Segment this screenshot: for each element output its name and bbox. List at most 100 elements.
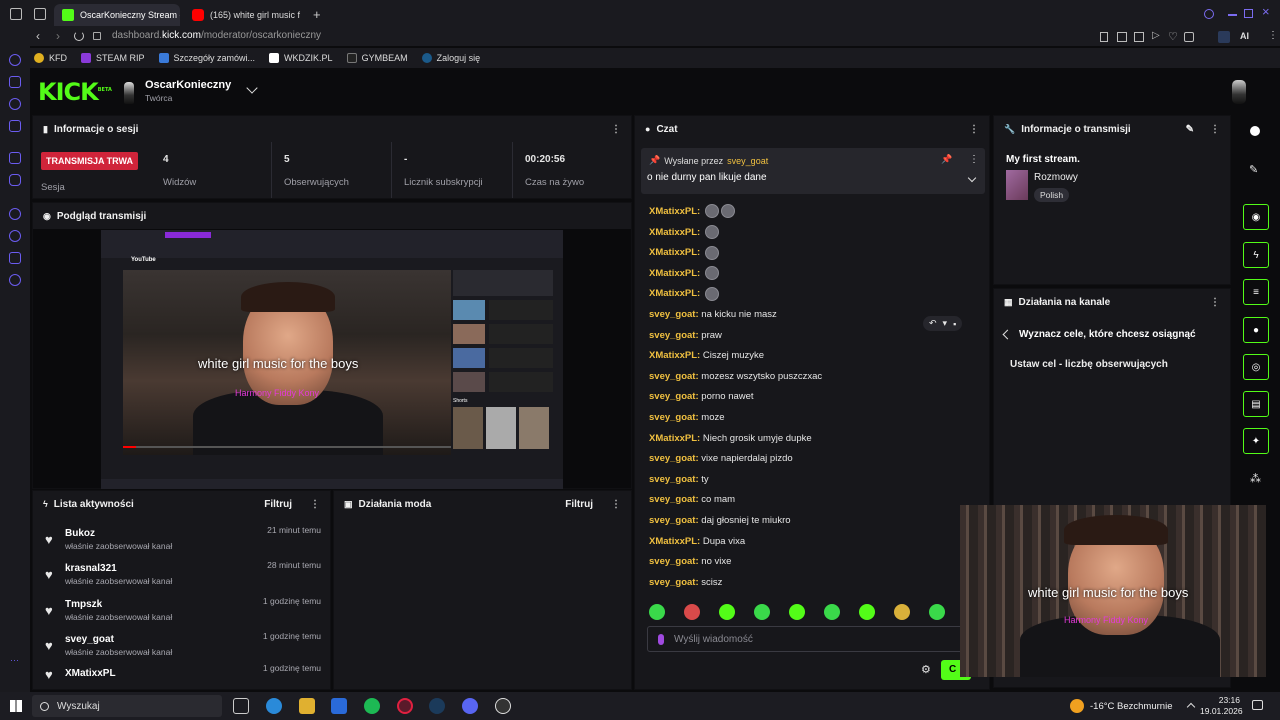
chat-username[interactable]: XMatixxPL:	[649, 227, 700, 238]
url-field[interactable]: dashboard. kick.com/moderator/oscarkoniec…	[112, 30, 321, 41]
reload-icon[interactable]	[74, 31, 84, 41]
ai-button[interactable]: AI	[1240, 31, 1249, 41]
set-follower-goal[interactable]: Ustaw cel - liczbę obserwujących	[1010, 359, 1168, 370]
activity-user[interactable]: krasnal321	[65, 563, 172, 574]
back-icon[interactable]: ‹	[36, 29, 40, 43]
chat-username[interactable]: svey_goat:	[649, 309, 699, 320]
bookmark-zaloguj[interactable]: Zaloguj się	[421, 53, 480, 63]
file-explorer-icon[interactable]	[299, 698, 315, 714]
kick-logo[interactable]: KICKBETA	[38, 78, 112, 106]
emote-icon[interactable]	[929, 604, 945, 620]
user-avatar[interactable]	[1232, 80, 1246, 104]
new-tab-icon[interactable]: +	[313, 7, 321, 22]
more-options-icon[interactable]: ⋮	[969, 124, 979, 135]
chat-username[interactable]: XMatixxPL:	[649, 288, 700, 299]
more-options-icon[interactable]: ⋮	[969, 154, 979, 165]
layout-button[interactable]: ▤	[1243, 391, 1269, 417]
chat-username[interactable]: svey_goat:	[649, 494, 699, 505]
edge-icon[interactable]	[266, 698, 282, 714]
bookmark-kfd[interactable]: KFD	[34, 53, 67, 63]
spotify-icon[interactable]	[364, 698, 380, 714]
emote-icon[interactable]	[859, 604, 875, 620]
download-icon[interactable]	[1134, 32, 1144, 42]
chat-input[interactable]: Wyślij wiadomość	[647, 626, 967, 652]
opera-gx-icon[interactable]	[397, 698, 413, 714]
category-name[interactable]: Rozmowy	[1034, 172, 1078, 183]
chat-username[interactable]: svey_goat:	[649, 453, 699, 464]
notifications-icon[interactable]	[1252, 700, 1263, 710]
messenger-icon[interactable]	[9, 54, 21, 66]
broadcast-button[interactable]: ◎	[1243, 354, 1269, 380]
extensions-icon[interactable]	[9, 252, 21, 264]
channel-switcher[interactable]: OscarKonieczny Twórca	[145, 79, 231, 103]
play-icon[interactable]: ▷	[1152, 30, 1160, 41]
forward-icon[interactable]: ›	[56, 29, 60, 43]
more-options-icon[interactable]: ⋮	[611, 499, 621, 510]
reply-icon[interactable]: ↶	[929, 318, 937, 329]
chat-username[interactable]: XMatixxPL:	[649, 433, 700, 444]
chevron-down-icon[interactable]	[967, 173, 977, 183]
chat-username[interactable]: XMatixxPL:	[649, 536, 700, 547]
bookmark-steam-rip[interactable]: STEAM RIP	[81, 53, 145, 63]
bookmark-gymbeam[interactable]: GYMBEAM	[346, 53, 408, 63]
chat-username[interactable]: XMatixxPL:	[649, 350, 700, 361]
emote-icon[interactable]	[684, 604, 700, 620]
emote-icon[interactable]	[789, 604, 805, 620]
filter-button[interactable]: Filtruj	[264, 499, 292, 510]
mail-app-icon[interactable]	[331, 698, 347, 714]
minimize-icon[interactable]	[1228, 14, 1237, 16]
wrench-button[interactable]: ✦	[1243, 428, 1269, 454]
close-icon[interactable]: ×	[1262, 4, 1270, 19]
activity-user[interactable]: Bukoz	[65, 528, 172, 539]
browser-menu-dots-icon[interactable]: ⋮	[1268, 30, 1278, 41]
chat-username[interactable]: svey_goat:	[649, 515, 699, 526]
screenshot-icon[interactable]	[1117, 32, 1127, 42]
filter-button[interactable]: Filtruj	[565, 499, 593, 510]
edit-icon[interactable]: ✎	[1186, 124, 1194, 135]
settings-icon[interactable]	[9, 274, 21, 286]
bookmark-zamowienia[interactable]: Szczegóły zamówi...	[158, 53, 255, 63]
activity-user[interactable]: Tmpszk	[65, 599, 172, 610]
maximize-icon[interactable]	[1244, 9, 1253, 18]
bookmark-wkdzik[interactable]: WKDZIK.PL	[269, 53, 333, 63]
emote-icon[interactable]	[894, 604, 910, 620]
microphone-icon[interactable]	[658, 633, 664, 645]
chat-username[interactable]: svey_goat:	[649, 577, 699, 588]
goal-back[interactable]: Wyznacz cele, które chcesz osiągnąć	[1002, 329, 1196, 340]
chat-username[interactable]: XMatixxPL:	[649, 206, 700, 217]
task-view-icon[interactable]	[233, 698, 249, 714]
pin-message-icon[interactable]: ▾	[943, 318, 948, 329]
edit-icon[interactable]: ✎	[1249, 163, 1258, 176]
browser-tab-kick[interactable]: OscarKonieczny Stream -	[54, 4, 180, 26]
mail-icon[interactable]	[9, 120, 21, 132]
info-icon[interactable]	[1250, 126, 1260, 136]
more-options-icon[interactable]: ⋮	[611, 124, 621, 135]
more-options-icon[interactable]: ⋮	[1210, 297, 1220, 308]
player-icon[interactable]	[9, 208, 21, 220]
steam-icon[interactable]	[429, 698, 445, 714]
emote-icon[interactable]	[754, 604, 770, 620]
weather-text[interactable]: -16°C Bezchmurnie	[1090, 701, 1172, 712]
browser-menu-icon[interactable]	[10, 8, 22, 20]
instagram-icon[interactable]	[9, 76, 21, 88]
clock[interactable]: 23:16 19.01.2026	[1200, 695, 1243, 717]
chevron-down-icon[interactable]	[246, 82, 258, 94]
heart-icon[interactable]: ♡	[1168, 30, 1178, 43]
chat-username[interactable]: svey_goat:	[649, 412, 699, 423]
emote-icon[interactable]	[824, 604, 840, 620]
tab-overview-icon[interactable]	[34, 8, 46, 20]
camera-button[interactable]: ◉	[1243, 204, 1269, 230]
obs-icon[interactable]	[495, 698, 511, 714]
discord-icon[interactable]	[462, 698, 478, 714]
chat-username[interactable]: svey_goat:	[649, 556, 699, 567]
chat-username[interactable]: svey_goat:	[649, 330, 699, 341]
activity-user[interactable]: svey_goat	[65, 634, 172, 645]
progress-bar[interactable]	[123, 446, 451, 448]
browser-tab-youtube[interactable]: (165) white girl music f	[184, 4, 310, 26]
preview-video[interactable]: YouTube white girl music for the boys Ha…	[101, 230, 563, 489]
chat-username[interactable]: XMatixxPL:	[649, 268, 700, 279]
emote-icon[interactable]	[649, 604, 665, 620]
history-icon[interactable]	[9, 230, 21, 242]
emote-icon[interactable]	[719, 604, 735, 620]
more-options-icon[interactable]: ⋮	[1210, 124, 1220, 135]
